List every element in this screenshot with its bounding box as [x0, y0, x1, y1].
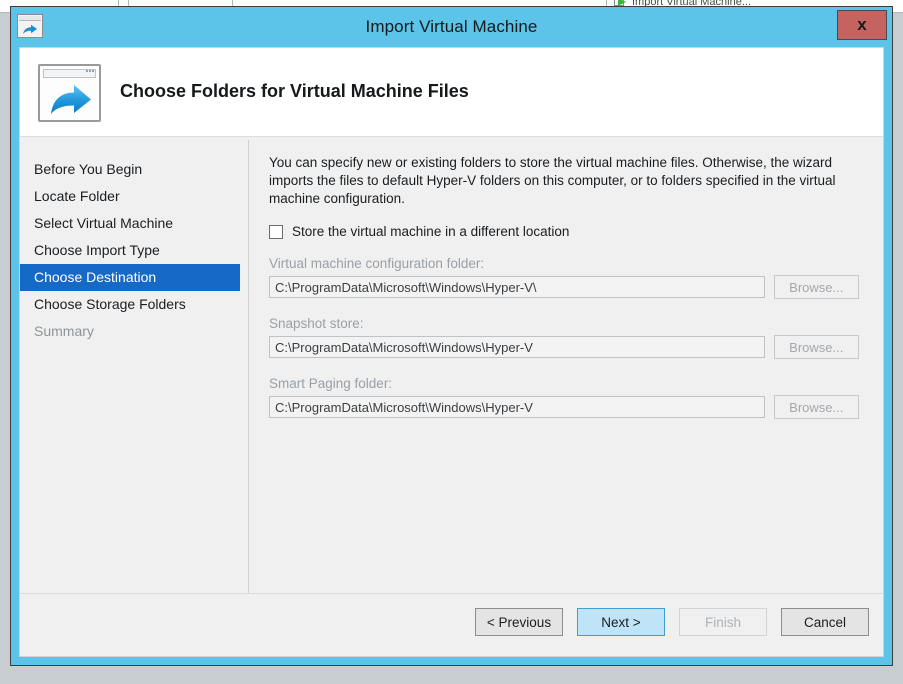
window-dots-icon	[86, 70, 94, 72]
intro-description: You can specify new or existing folders …	[269, 155, 836, 206]
dialog-content: Before You Begin Locate Folder Select Vi…	[20, 137, 883, 607]
import-virtual-machine-dialog: Import Virtual Machine x Choose Folders …	[10, 6, 893, 666]
dialog-footer: < Previous Next > Finish Cancel	[20, 593, 883, 656]
dialog-title: Import Virtual Machine	[365, 17, 538, 36]
previous-button[interactable]: < Previous	[475, 608, 563, 636]
import-arrow-glyph	[23, 24, 37, 34]
import-arrow-glyph-large	[51, 85, 91, 114]
sidebar-item-before-you-begin[interactable]: Before You Begin	[20, 156, 240, 183]
snapshot-store-input[interactable]: C:\ProgramData\Microsoft\Windows\Hyper-V	[269, 336, 765, 358]
dialog-titlebar[interactable]: Import Virtual Machine x	[11, 7, 892, 47]
vm-configuration-folder-input[interactable]: C:\ProgramData\Microsoft\Windows\Hyper-V…	[269, 276, 765, 298]
cancel-button[interactable]: Cancel	[781, 608, 869, 636]
next-button[interactable]: Next >	[577, 608, 665, 636]
vm-configuration-folder-label: Virtual machine configuration folder:	[269, 256, 485, 271]
wizard-sidebar: Before You Begin Locate Folder Select Vi…	[20, 137, 240, 345]
close-button[interactable]: x	[837, 10, 887, 40]
sidebar-item-select-virtual-machine[interactable]: Select Virtual Machine	[20, 210, 240, 237]
sidebar-divider	[248, 140, 249, 607]
import-arrow-window-icon	[38, 64, 101, 122]
snapshot-store-group: Snapshot store: C:\ProgramData\Microsoft…	[269, 316, 859, 359]
sidebar-item-choose-storage-folders[interactable]: Choose Storage Folders	[20, 291, 240, 318]
dialog-header-band: Choose Folders for Virtual Machine Files	[20, 48, 883, 137]
smart-paging-folder-group: Smart Paging folder: C:\ProgramData\Micr…	[269, 376, 859, 419]
snapshot-store-browse-button: Browse...	[773, 335, 859, 359]
wizard-main-panel: You can specify new or existing folders …	[269, 137, 859, 419]
vm-configuration-folder-group: Virtual machine configuration folder: C:…	[269, 256, 859, 299]
smart-paging-folder-browse-button: Browse...	[773, 395, 859, 419]
snapshot-store-label: Snapshot store:	[269, 316, 364, 331]
store-in-different-location-checkbox[interactable]	[269, 224, 283, 239]
dialog-body: Choose Folders for Virtual Machine Files…	[19, 47, 884, 657]
store-in-different-location-label: Store the virtual machine in a different…	[292, 224, 570, 239]
import-arrow-icon	[17, 14, 43, 38]
sidebar-item-summary: Summary	[34, 323, 94, 339]
sidebar-item-choose-import-type[interactable]: Choose Import Type	[20, 237, 240, 264]
smart-paging-folder-input[interactable]: C:\ProgramData\Microsoft\Windows\Hyper-V	[269, 396, 765, 418]
store-in-different-location-checkbox-row[interactable]: Store the virtual machine in a different…	[269, 224, 859, 239]
sidebar-item-locate-folder[interactable]: Locate Folder	[20, 183, 240, 210]
finish-button: Finish	[679, 608, 767, 636]
page-title: Choose Folders for Virtual Machine Files	[120, 81, 469, 101]
smart-paging-folder-label: Smart Paging folder:	[269, 376, 393, 391]
vm-configuration-folder-browse-button: Browse...	[773, 275, 859, 299]
sidebar-item-choose-destination[interactable]: Choose Destination	[20, 264, 240, 291]
